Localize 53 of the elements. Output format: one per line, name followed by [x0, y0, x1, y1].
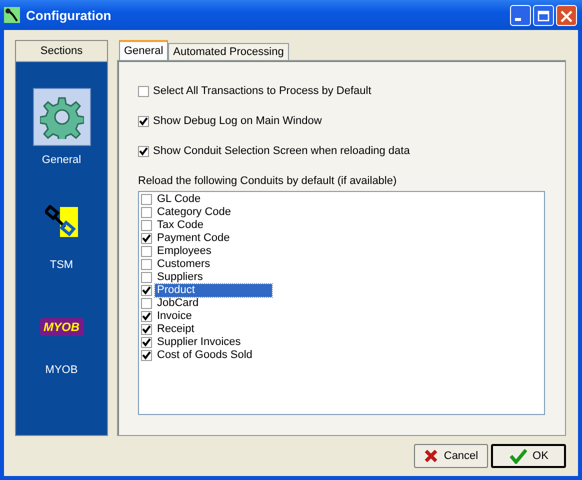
minimize-icon: [515, 18, 521, 20]
list-item[interactable]: Receipt: [155, 323, 196, 336]
list-item[interactable]: Suppliers: [155, 271, 205, 284]
checkbox[interactable]: [141, 220, 152, 231]
checkbox-label: Show Debug Log on Main Window: [153, 115, 322, 127]
plug-icon: [4, 7, 20, 23]
list-item[interactable]: Customers: [155, 258, 212, 271]
checkbox[interactable]: [141, 337, 152, 348]
list-item[interactable]: Cost of Goods Sold: [155, 349, 254, 362]
checkbox[interactable]: [141, 272, 152, 283]
list-item[interactable]: Invoice: [155, 310, 194, 323]
ok-button[interactable]: OK: [491, 444, 566, 468]
checkbox-label: Show Conduit Selection Screen when reloading data: [153, 145, 410, 157]
checkbox[interactable]: [141, 311, 152, 322]
close-button[interactable]: [556, 4, 577, 26]
checkbox-label: Select All Transactions to Process by Default: [153, 85, 372, 97]
myob-logo: MYOB: [40, 318, 84, 336]
chain-link-icon: [44, 205, 78, 239]
checkbox[interactable]: [141, 324, 152, 335]
list-item[interactable]: Category Code: [155, 206, 233, 219]
maximize-button[interactable]: [533, 4, 554, 26]
checkbox[interactable]: [141, 298, 152, 309]
tab[interactable]: General: [119, 40, 168, 60]
checkbox[interactable]: [141, 350, 152, 361]
sections-header: Sections: [16, 41, 107, 62]
checkbox[interactable]: [141, 207, 152, 218]
gear-icon: [40, 95, 84, 139]
tab[interactable]: Automated Processing: [168, 43, 289, 60]
minimize-button[interactable]: [510, 4, 531, 26]
section-label: TSM: [50, 259, 74, 271]
checkbox[interactable]: [138, 146, 149, 156]
checkmark-icon: [508, 448, 527, 464]
list-item[interactable]: JobCard: [155, 297, 201, 310]
list-item[interactable]: GL Code: [155, 193, 203, 206]
checkbox[interactable]: [141, 259, 152, 270]
list-item[interactable]: Supplier Invoices: [155, 336, 243, 349]
checkbox[interactable]: [141, 246, 152, 257]
list-item[interactable]: Tax Code: [155, 219, 206, 232]
list-item[interactable]: Payment Code: [155, 232, 232, 245]
checkbox[interactable]: [138, 116, 149, 126]
window-title: Configuration: [26, 8, 112, 22]
section-icon-button[interactable]: MYOB: [32, 298, 90, 356]
checkbox[interactable]: [141, 233, 152, 244]
section-label: General: [42, 154, 82, 166]
list-label: Reload the following Conduits by default (if available): [138, 175, 398, 187]
cross-icon: [424, 449, 438, 463]
cancel-button[interactable]: Cancel: [414, 444, 488, 468]
checkbox[interactable]: [141, 194, 152, 205]
checkbox[interactable]: [138, 86, 149, 96]
checkbox[interactable]: [141, 285, 152, 296]
list-item[interactable]: Product: [155, 284, 272, 297]
section-label: MYOB: [45, 364, 78, 376]
list-item[interactable]: Employees: [155, 245, 214, 258]
